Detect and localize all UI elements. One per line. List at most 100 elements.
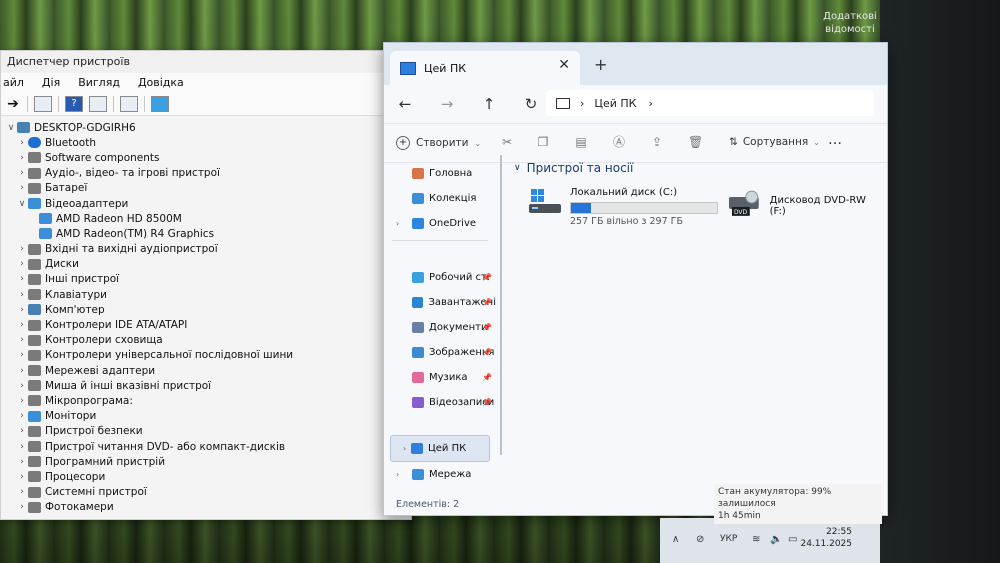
- tab-this-pc[interactable]: Цей ПК ✕: [390, 51, 580, 85]
- expand-toggle-icon[interactable]: ›: [16, 320, 28, 330]
- menu-help[interactable]: Довідка: [136, 73, 186, 93]
- device-tree-node[interactable]: › Аудіо-, відео- та ігрові пристрої: [1, 166, 411, 181]
- scan-hardware-icon[interactable]: [120, 96, 138, 112]
- expand-toggle-icon[interactable]: ›: [16, 442, 28, 452]
- help-icon[interactable]: ?: [65, 96, 83, 112]
- device-tree-node[interactable]: › Клавіатури: [1, 287, 411, 302]
- device-tree-node[interactable]: › Пристрої безпеки: [1, 424, 411, 439]
- expand-toggle-icon[interactable]: ∨: [16, 199, 28, 209]
- device-tree-node[interactable]: › Контролери IDE ATA/ATAPI: [1, 317, 411, 332]
- device-tree-node[interactable]: › Диски: [1, 257, 411, 272]
- sidebar-item[interactable]: Відеозаписи 📌: [384, 390, 496, 415]
- expand-toggle-icon[interactable]: ›: [16, 153, 28, 163]
- more-options-button[interactable]: …: [828, 132, 842, 148]
- forward-icon[interactable]: ➔: [5, 97, 21, 111]
- address-bar[interactable]: › Цей ПК ›: [546, 90, 874, 116]
- menu-view[interactable]: Вигляд: [76, 73, 122, 93]
- sidebar-item[interactable]: Завантажені 📌: [384, 290, 496, 315]
- device-tree-node[interactable]: › Комп'ютер: [1, 302, 411, 317]
- expand-toggle-icon[interactable]: ›: [16, 381, 28, 391]
- device-tree-node[interactable]: › Вхідні та вихідні аудіопристрої: [1, 242, 411, 257]
- close-icon[interactable]: ✕: [558, 57, 570, 73]
- new-button[interactable]: + Створити ⌄: [396, 136, 481, 150]
- expand-chevron-icon[interactable]: ›: [396, 219, 399, 228]
- expand-toggle-icon[interactable]: ›: [16, 168, 28, 178]
- expand-toggle-icon[interactable]: ›: [16, 335, 28, 345]
- device-tree-node[interactable]: › Пристрої читання DVD- або компакт-дискі…: [1, 439, 411, 454]
- battery-icon[interactable]: ▭: [788, 534, 797, 545]
- device-tree-node[interactable]: › Фотокамери: [1, 500, 411, 515]
- up-icon[interactable]: ↑: [478, 95, 500, 113]
- delete-icon[interactable]: 🗑: [688, 135, 703, 149]
- expand-toggle-icon[interactable]: ›: [16, 138, 28, 148]
- clock[interactable]: 22:55 24.11.2025: [800, 526, 852, 550]
- expand-toggle-icon[interactable]: ›: [16, 366, 28, 376]
- expand-toggle-icon[interactable]: ›: [16, 305, 28, 315]
- drive-f[interactable]: DVD Дисковод DVD-RW (F:): [728, 189, 884, 217]
- rename-icon[interactable]: Ⓐ: [612, 135, 626, 149]
- wifi-icon[interactable]: ≋: [752, 534, 760, 545]
- sidebar-item[interactable]: › Мережа: [384, 462, 496, 487]
- device-tree-node[interactable]: › Миша й інші вказівні пристрої: [1, 378, 411, 393]
- refresh-icon[interactable]: ↻: [520, 95, 542, 113]
- expand-toggle-icon[interactable]: ›: [16, 487, 28, 497]
- sidebar-item[interactable]: › OneDrive: [384, 211, 496, 236]
- show-hidden-icons-chevron-icon[interactable]: ∧: [672, 534, 679, 545]
- device-tree-node[interactable]: › Процесори: [1, 469, 411, 484]
- sidebar-item[interactable]: Робочий ст. 📌: [384, 265, 496, 290]
- paste-icon[interactable]: ▤: [574, 135, 588, 149]
- breadcrumb-chevron-icon[interactable]: ›: [648, 97, 652, 110]
- device-tree-node[interactable]: › Software components: [1, 150, 411, 165]
- expand-toggle-icon[interactable]: ›: [16, 502, 28, 512]
- device-tree-node[interactable]: AMD Radeon HD 8500M: [1, 211, 411, 226]
- menu-action[interactable]: Дія: [40, 73, 62, 93]
- breadcrumb-this-pc[interactable]: Цей ПК: [594, 97, 636, 110]
- sidebar-item[interactable]: Зображення 📌: [384, 340, 496, 365]
- sort-button[interactable]: ⇅ Сортування ⌄: [729, 136, 820, 148]
- expand-chevron-icon[interactable]: ›: [396, 470, 399, 479]
- menu-file[interactable]: айл: [1, 73, 26, 93]
- expand-toggle-icon[interactable]: ›: [16, 259, 28, 269]
- volume-icon[interactable]: 🔈: [770, 534, 782, 545]
- device-tree-node[interactable]: › Системні пристрої: [1, 485, 411, 500]
- new-tab-button[interactable]: +: [594, 55, 607, 74]
- device-tree-node[interactable]: › Контролери універсальної послідовної ши…: [1, 348, 411, 363]
- expand-toggle-icon[interactable]: ›: [16, 457, 28, 467]
- cut-icon[interactable]: ✂: [500, 135, 514, 149]
- navigation-pane-scrollbar[interactable]: [500, 155, 502, 455]
- device-tree-node[interactable]: › Bluetooth: [1, 135, 411, 150]
- device-tree-node[interactable]: › Батареї: [1, 181, 411, 196]
- properties-icon[interactable]: [34, 96, 52, 112]
- drive-c[interactable]: Локальний диск (C:) 257 ГБ вільно з 297 …: [528, 187, 718, 227]
- expand-toggle-icon[interactable]: ›: [16, 426, 28, 436]
- sidebar-item[interactable]: › Цей ПК: [390, 435, 490, 462]
- share-icon[interactable]: ⇪: [650, 135, 664, 149]
- expand-toggle-icon[interactable]: ∨: [5, 123, 17, 133]
- device-tree-node[interactable]: › Інші пристрої: [1, 272, 411, 287]
- device-tree-node[interactable]: › Контролери сховища: [1, 333, 411, 348]
- expand-toggle-icon[interactable]: ›: [16, 396, 28, 406]
- sidebar-item[interactable]: Документи 📌: [384, 315, 496, 340]
- forward-icon[interactable]: →: [436, 95, 458, 113]
- back-icon[interactable]: ←: [394, 95, 416, 113]
- device-tree-node[interactable]: › Мережеві адаптери: [1, 363, 411, 378]
- expand-chevron-icon[interactable]: ›: [403, 444, 406, 453]
- device-tree-node[interactable]: ∨ Відеоадаптери: [1, 196, 411, 211]
- device-tree-node[interactable]: › Мікропрограма:: [1, 393, 411, 408]
- expand-toggle-icon[interactable]: ›: [16, 411, 28, 421]
- sidebar-item[interactable]: Колекція: [384, 186, 496, 211]
- device-tree-node[interactable]: ∨ DESKTOP-GDGIRH6: [1, 120, 411, 135]
- monitor-icon[interactable]: [151, 96, 169, 112]
- device-tree-node[interactable]: AMD Radeon(TM) R4 Graphics: [1, 226, 411, 241]
- notification-text[interactable]: Додаткові відомості: [815, 10, 885, 36]
- copy-icon[interactable]: ❐: [536, 135, 550, 149]
- view-icon[interactable]: [89, 96, 107, 112]
- expand-toggle-icon[interactable]: ›: [16, 472, 28, 482]
- expand-toggle-icon[interactable]: ›: [16, 290, 28, 300]
- devices-section-header[interactable]: ∨ Пристрої та носії: [514, 161, 884, 175]
- expand-toggle-icon[interactable]: ›: [16, 244, 28, 254]
- expand-toggle-icon[interactable]: ›: [16, 350, 28, 360]
- language-indicator[interactable]: УКР: [720, 534, 737, 544]
- sync-off-icon[interactable]: ⊘: [696, 534, 704, 545]
- sidebar-item[interactable]: Музика 📌: [384, 365, 496, 390]
